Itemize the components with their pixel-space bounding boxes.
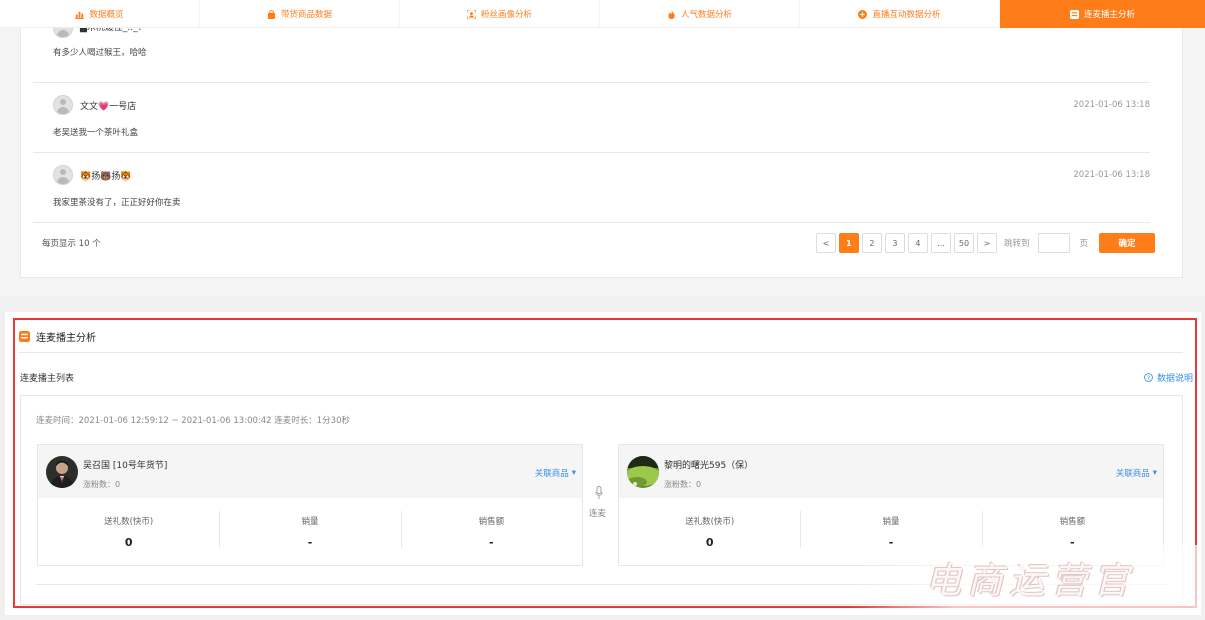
analysis-tab-bar: 数据概览 带货商品数据 粉丝画像分析 人气数据分析 直播互动数据分析 连麦播主分… [0, 0, 1205, 28]
page-button[interactable]: 4 [907, 233, 928, 253]
host-photo [627, 456, 659, 488]
tab-label: 数据概览 [89, 10, 124, 20]
stat-value: - [307, 536, 313, 549]
caret-down-icon: ▾ [571, 468, 576, 478]
prev-page-button[interactable]: < [815, 233, 836, 253]
page-button[interactable]: 1 [838, 233, 859, 253]
watermark-text: 电商运营官 [924, 561, 1135, 602]
interaction-icon [858, 9, 868, 19]
page-unit-label: 页 [1079, 239, 1088, 249]
tab-label: 人气数据分析 [680, 10, 732, 20]
host-stats: 送礼数(快币) 0 销量 - 销售额 - [38, 498, 582, 567]
host-fans-gain: 涨粉数：0 [664, 480, 702, 489]
data-help-link[interactable]: ? 数据说明 [1144, 371, 1193, 384]
comment-item: 🐯扬🐻扬🐯 2021-01-06 13:18 我家里茶没有了，正正好好你在卖 [33, 153, 1150, 223]
caret-down-icon: ▾ [1152, 468, 1157, 478]
tab-label: 直播互动数据分析 [872, 10, 941, 20]
page-ellipsis[interactable]: ... [930, 233, 951, 253]
section-title: 连麦播主分析 [36, 333, 96, 344]
comment-time: 2021-01-06 13:18 [1073, 100, 1150, 110]
related-goods-label: 关联商品 [534, 469, 569, 479]
page-button[interactable]: 50 [953, 233, 974, 253]
page-size-label: 每页显示 10 个 [42, 239, 101, 249]
session-info: 连麦时间：2021-01-06 12:59:12 ~ 2021-01-06 13… [36, 416, 351, 426]
host-avatar [46, 456, 78, 488]
pagination: < 1 2 3 4 ... 50 > 跳转到 页 确定 [815, 233, 1155, 253]
stat-label: 销售额 [478, 517, 505, 527]
stat-label: 送礼数(快币) [104, 517, 154, 527]
bar-chart-icon [75, 11, 85, 19]
related-goods-label: 关联商品 [1115, 469, 1150, 479]
stat-label: 销售额 [1059, 517, 1086, 527]
stat-gifts: 送礼数(快币) 0 [619, 498, 800, 567]
stat-value: 0 [705, 536, 714, 549]
svg-text:?: ? [1147, 375, 1150, 382]
comments-area: ▇禾桃媛佳_.._? 2021-01-06 13:18 有多少人喝过猴王，哈哈 … [0, 18, 1205, 296]
jump-page-input[interactable] [1038, 233, 1071, 253]
stat-label: 销量 [882, 517, 900, 527]
comment-time: 2021-01-06 13:18 [1073, 170, 1150, 180]
host-fans-gain: 涨粉数：0 [83, 480, 121, 489]
divider [19, 352, 1183, 353]
next-page-button[interactable]: > [976, 233, 997, 253]
list-title: 连麦播主列表 [20, 374, 75, 384]
page-button[interactable]: 3 [884, 233, 905, 253]
comment-username: 文文💗一号店 [80, 102, 137, 112]
cohost-label: 连麦 [589, 509, 607, 519]
jump-to-label: 跳转到 [1003, 239, 1030, 249]
tab-label: 连麦播主分析 [1083, 10, 1135, 20]
comment-username: 🐯扬🐻扬🐯 [80, 172, 132, 182]
host-name: 黎明的曙光595（保） [664, 461, 754, 471]
stat-sales-amount: 销售额 - [400, 498, 582, 567]
host-card-header: 黎明的曙光595（保） 涨粉数：0 关联商品 ▾ [619, 445, 1163, 498]
tab-interaction[interactable]: 直播互动数据分析 [800, 0, 1000, 28]
related-goods-dropdown[interactable]: 关联商品 ▾ [535, 467, 576, 479]
comment-item: ▇禾桃媛佳_.._? 2021-01-06 13:18 有多少人喝过猴王，哈哈 [33, 18, 1150, 83]
page-button[interactable]: 2 [861, 233, 882, 253]
comment-text: 有多少人喝过猴王，哈哈 [53, 48, 147, 58]
comment-text: 我家里茶没有了，正正好好你在卖 [53, 198, 181, 208]
help-circle-icon: ? [1144, 373, 1153, 382]
tab-data-overview[interactable]: 数据概览 [0, 0, 200, 28]
comment-text: 老吴送我一个茶叶礼盒 [53, 128, 139, 138]
user-avatar [53, 95, 73, 115]
stat-label: 销量 [301, 517, 319, 527]
stat-label: 送礼数(快币) [685, 517, 735, 527]
host-card-header: 吴召国 [10号年货节] 涨粉数：0 关联商品 ▾ [38, 445, 582, 498]
microphone-icon [589, 486, 609, 503]
tab-fan-portrait[interactable]: 粉丝画像分析 [400, 0, 600, 28]
data-help-label: 数据说明 [1156, 374, 1193, 384]
host-card: 吴召国 [10号年货节] 涨粉数：0 关联商品 ▾ 送礼数(快币) 0 销量 -… [37, 444, 583, 566]
comment-item: 文文💗一号店 2021-01-06 13:18 老吴送我一个茶叶礼盒 [33, 83, 1150, 153]
tab-label: 粉丝画像分析 [480, 10, 532, 20]
stat-sales-volume: 销量 - [219, 498, 400, 567]
tab-popularity[interactable]: 人气数据分析 [600, 0, 800, 28]
stat-value: - [489, 536, 494, 549]
host-photo [46, 456, 78, 488]
portrait-icon [466, 9, 476, 19]
co-host-icon [19, 331, 30, 342]
comments-card: ▇禾桃媛佳_.._? 2021-01-06 13:18 有多少人喝过猴王，哈哈 … [20, 18, 1183, 278]
tab-goods-data[interactable]: 带货商品数据 [200, 0, 400, 28]
flame-icon [668, 9, 675, 19]
tab-label: 带货商品数据 [280, 10, 332, 20]
related-goods-dropdown[interactable]: 关联商品 ▾ [1116, 467, 1157, 479]
host-name: 吴召国 [10号年货节] [83, 461, 168, 471]
co-host-icon [1069, 9, 1079, 19]
tab-cohost-analysis[interactable]: 连麦播主分析 [1000, 0, 1205, 28]
host-avatar [627, 456, 659, 488]
user-avatar [53, 165, 73, 185]
section-header: 连麦播主分析 [19, 329, 96, 344]
stat-value: 0 [124, 536, 133, 549]
shopping-bag-icon [267, 9, 276, 19]
confirm-jump-button[interactable]: 确定 [1099, 233, 1155, 253]
stat-gifts: 送礼数(快币) 0 [38, 498, 219, 567]
